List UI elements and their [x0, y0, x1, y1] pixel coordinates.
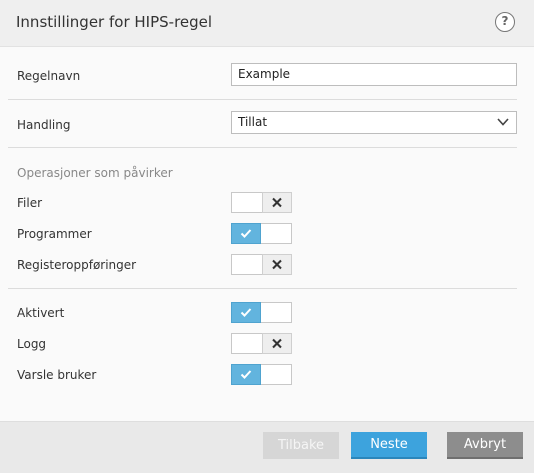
toggle-knob — [231, 223, 261, 244]
cancel-button[interactable]: Avbryt — [447, 432, 523, 459]
checkmark-icon — [240, 229, 252, 238]
toggle-knob — [231, 364, 261, 385]
help-icon[interactable]: ? — [495, 12, 515, 32]
option-label-notify-user: Varsle bruker — [17, 368, 97, 382]
action-selected-value: Tillat — [238, 115, 268, 129]
checkmark-icon — [240, 308, 252, 317]
toggle-knob — [262, 254, 292, 275]
hips-rule-settings-dialog: Innstillinger for HIPS-regel ? Regelnavn… — [0, 0, 534, 473]
action-label: Handling — [17, 118, 71, 132]
option-label-log: Logg — [17, 337, 47, 351]
close-icon — [272, 338, 282, 349]
toggle-enabled[interactable] — [231, 302, 292, 323]
toggle-notify-user[interactable] — [231, 364, 292, 385]
rule-name-label: Regelnavn — [17, 69, 81, 83]
chevron-down-icon — [497, 118, 509, 126]
checkmark-icon — [240, 370, 252, 379]
operation-label-programs: Programmer — [17, 227, 92, 241]
next-button[interactable]: Neste — [351, 432, 427, 459]
back-button[interactable]: Tilbake — [263, 432, 339, 459]
toggle-knob — [262, 333, 292, 354]
operation-label-registry: Registeroppføringer — [17, 258, 137, 272]
option-label-enabled: Aktivert — [17, 306, 65, 320]
divider — [8, 288, 517, 289]
close-icon — [272, 259, 282, 270]
toggle-knob — [231, 302, 261, 323]
toggle-registry[interactable] — [231, 254, 292, 275]
divider — [8, 99, 517, 100]
divider — [8, 147, 517, 148]
toggle-files[interactable] — [231, 192, 292, 213]
operations-section-label: Operasjoner som påvirker — [17, 166, 173, 180]
close-icon — [272, 197, 282, 208]
rule-name-input[interactable]: Example — [231, 63, 517, 86]
title-bar: Innstillinger for HIPS-regel ? — [0, 0, 534, 47]
toggle-knob — [262, 192, 292, 213]
action-select[interactable]: Tillat — [231, 111, 517, 134]
toggle-log[interactable] — [231, 333, 292, 354]
operation-label-files: Filer — [17, 196, 43, 210]
toggle-programs[interactable] — [231, 223, 292, 244]
dialog-title: Innstillinger for HIPS-regel — [16, 13, 213, 31]
